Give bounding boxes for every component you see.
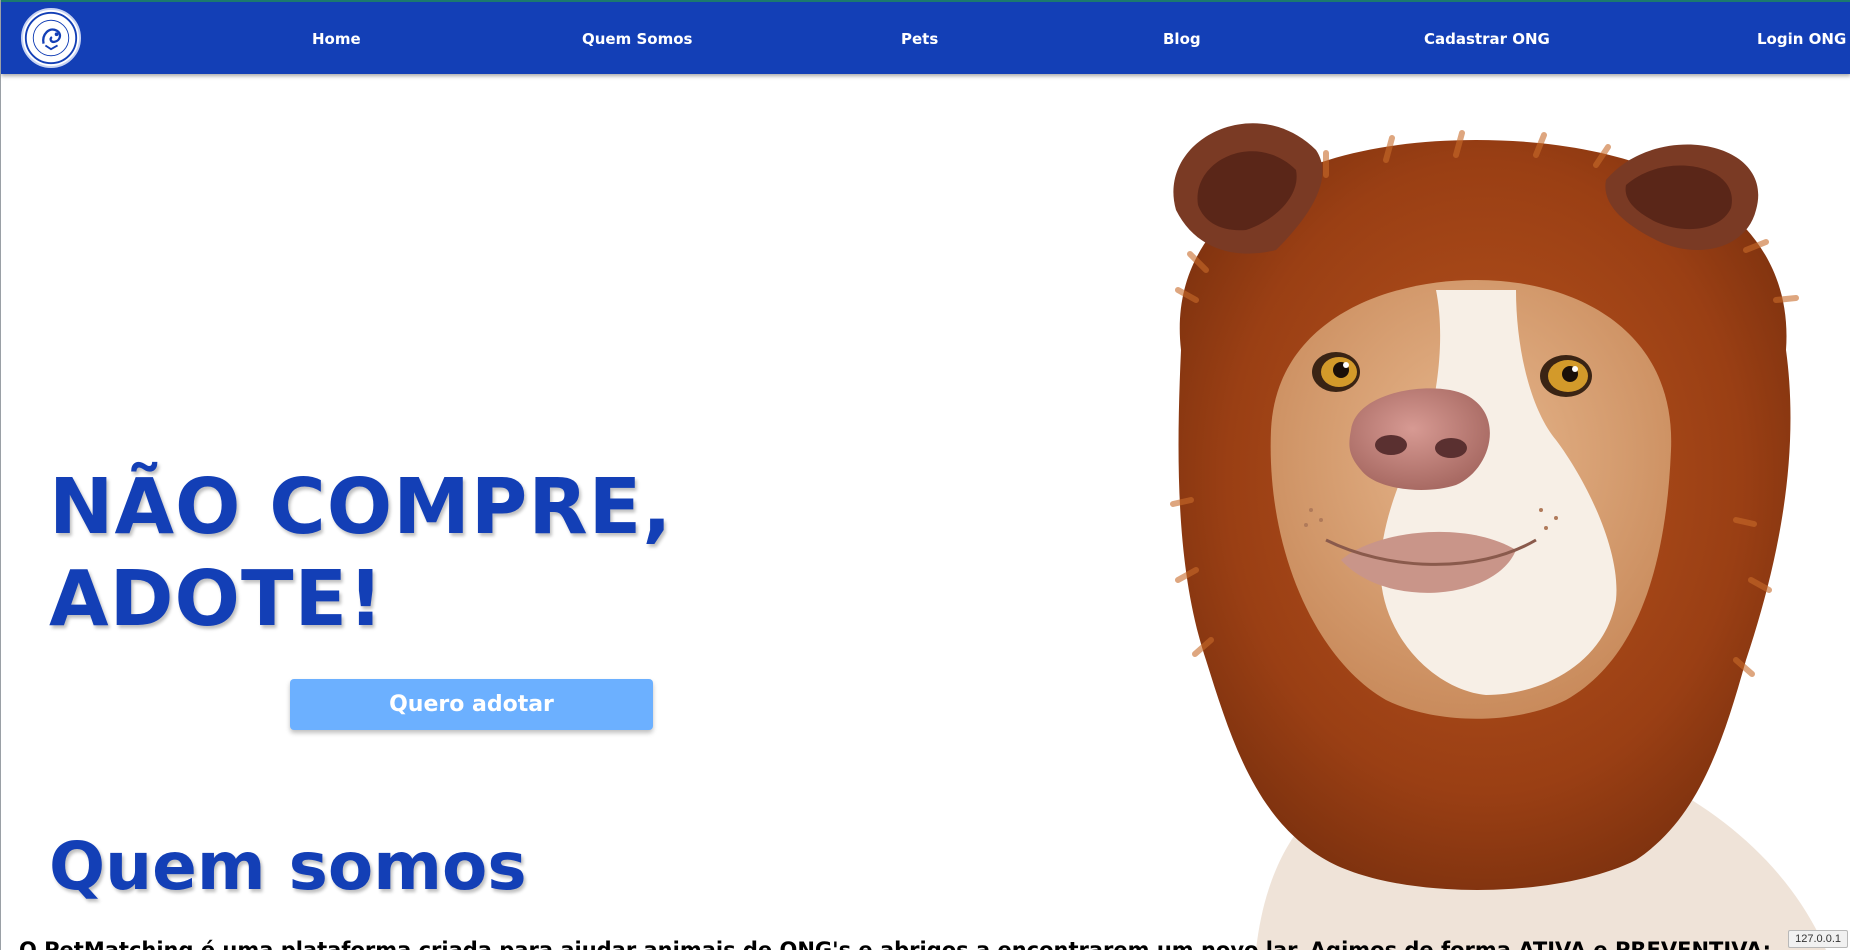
page: Home Quem Somos Pets Blog Cadastrar ONG … bbox=[0, 0, 1850, 950]
nav-link-pets[interactable]: Pets bbox=[901, 2, 938, 76]
nav-link-login-ong[interactable]: Login ONG bbox=[1757, 2, 1846, 76]
host-status-badge: 127.0.0.1 bbox=[1788, 930, 1848, 948]
hero-title-line-2: ADOTE! bbox=[49, 555, 385, 644]
petmatching-logo-icon[interactable] bbox=[21, 8, 81, 68]
hero-title-line-1: NÃO COMPRE, bbox=[49, 463, 673, 552]
about-section-title: Quem somos bbox=[49, 828, 527, 905]
quero-adotar-button[interactable]: Quero adotar bbox=[290, 679, 653, 730]
dog-in-bear-hat-image bbox=[1170, 123, 1826, 950]
nav-link-home[interactable]: Home bbox=[312, 2, 361, 76]
about-text-emphasis: ATIVA e PREVENTIVA: bbox=[1518, 938, 1772, 950]
nav-link-cadastrar-ong[interactable]: Cadastrar ONG bbox=[1424, 2, 1550, 76]
hero-title: NÃO COMPRE, ADOTE! bbox=[49, 462, 769, 646]
top-navbar: Home Quem Somos Pets Blog Cadastrar ONG … bbox=[1, 0, 1850, 74]
about-text-body: O PetMatching é uma plataforma criada pa… bbox=[19, 938, 1519, 950]
nav-link-quem-somos[interactable]: Quem Somos bbox=[582, 2, 692, 76]
nav-link-blog[interactable]: Blog bbox=[1163, 2, 1201, 76]
about-text: O PetMatching é uma plataforma criada pa… bbox=[19, 938, 1771, 950]
